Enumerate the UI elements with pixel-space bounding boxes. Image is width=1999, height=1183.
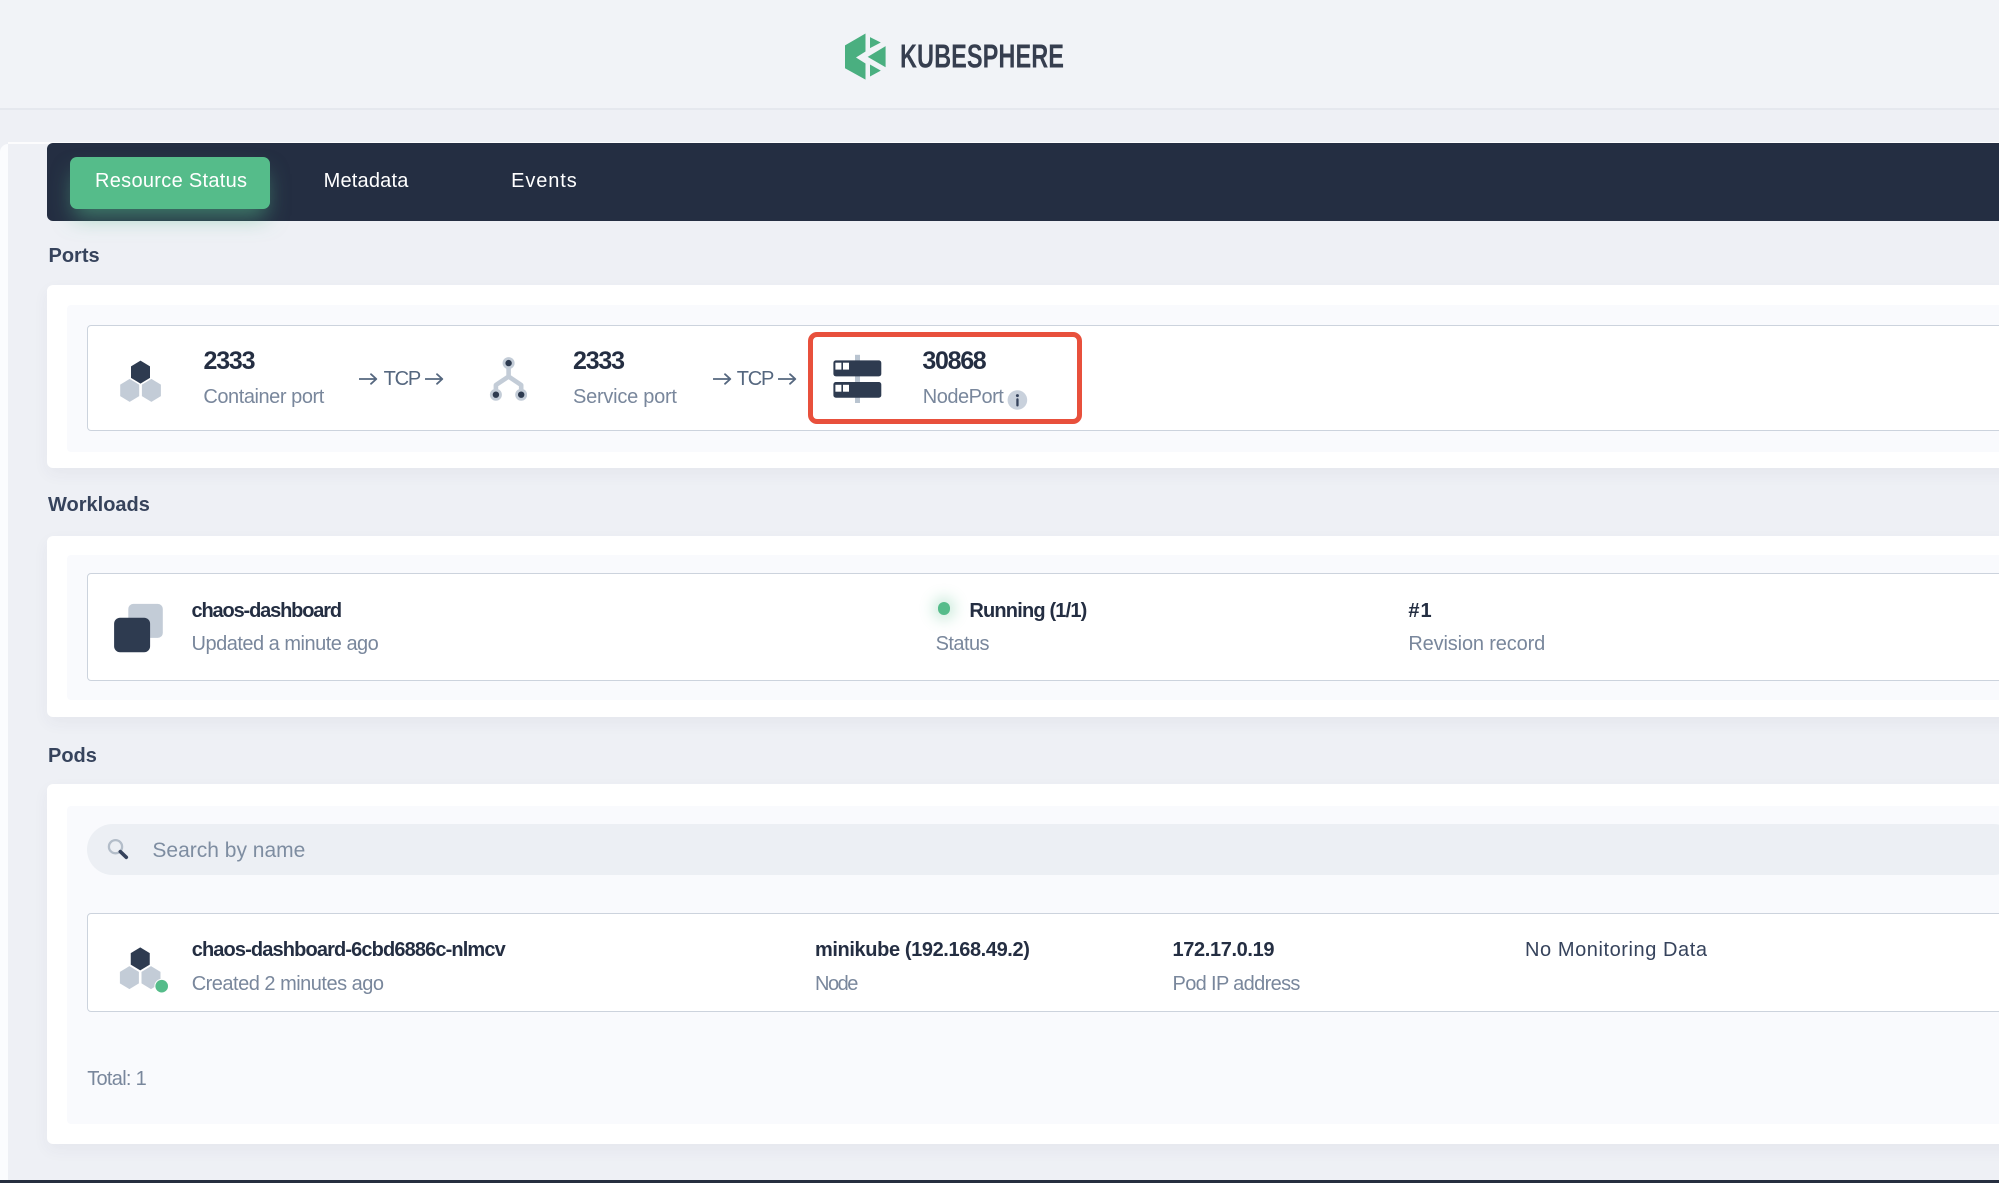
svg-text:KUBESPHERE: KUBESPHERE	[900, 38, 1064, 75]
